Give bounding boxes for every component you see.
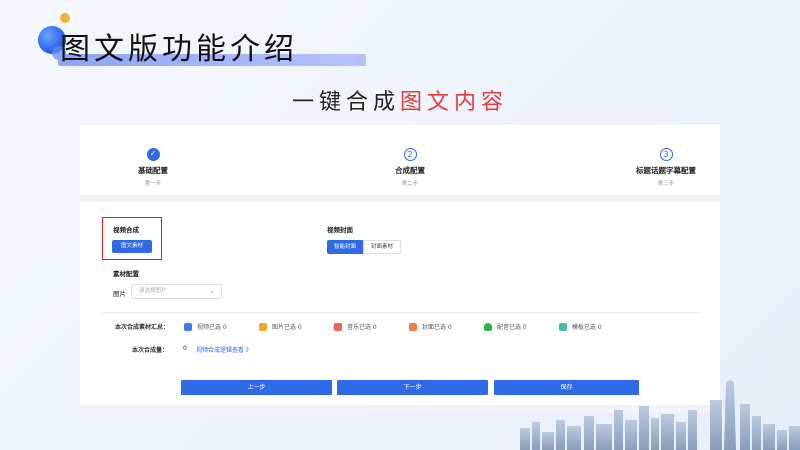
step-compose-config[interactable]: 2 合成配置 第二步 — [350, 148, 470, 187]
decor-dot-yellow — [60, 13, 70, 23]
image-select[interactable]: 请选择图片 ⌄ — [131, 284, 222, 299]
summary-video: 视频已选 0 — [184, 322, 227, 331]
cover-icon — [409, 322, 417, 331]
video-icon — [184, 322, 192, 331]
summary-video-text: 视频已选 0 — [197, 324, 227, 331]
slide-subtitle: 一键合成图文内容 — [0, 84, 800, 116]
microphone-icon — [484, 322, 492, 331]
chevron-down-icon: ⌄ — [209, 287, 215, 295]
subtitle-part-black: 一键合成 — [291, 90, 400, 115]
material-config-label: 素材配置 — [113, 270, 139, 278]
summary-cover-text: 封面已选 0 — [422, 324, 452, 331]
music-icon — [334, 322, 342, 331]
subtitle-part-red: 图文内容 — [400, 90, 509, 115]
step-number-icon: 2 — [403, 148, 417, 161]
summary-template: 模板已选 0 — [559, 322, 602, 331]
image-text-material-button[interactable]: 图文素材 — [112, 240, 152, 253]
summary-image: 图片已选 0 — [259, 322, 302, 331]
summary-music: 音乐已选 0 — [334, 322, 377, 331]
image-icon — [259, 322, 267, 331]
compose-logic-link[interactable]: 视频合成逻辑查看 》 — [196, 345, 252, 354]
amount-label: 本次合成量： — [132, 347, 169, 354]
step-title-config[interactable]: 3 标题话题字幕配置 第三步 — [606, 148, 726, 187]
step-number-icon: 3 — [659, 148, 673, 161]
prev-step-button[interactable]: 上一步 — [181, 380, 332, 395]
summary-label: 本次合成素材汇总： — [115, 324, 170, 331]
video-cover-label: 视频封面 — [327, 226, 353, 234]
summary-voice: 配音已选 0 — [484, 322, 527, 331]
step-label: 标题话题字幕配置 — [636, 166, 696, 175]
video-compose-label: 视频合成 — [113, 226, 139, 234]
summary-music-text: 音乐已选 0 — [347, 324, 377, 331]
step-label: 合成配置 — [395, 166, 425, 175]
image-field-label: 图片 — [113, 290, 126, 298]
step-label: 基础配置 — [138, 166, 168, 175]
form-content: 视频合成 图文素材 视频封面 智能封面 封面素材 素材配置 图片 请选择图片 ⌄… — [80, 202, 720, 405]
tab-cover-material[interactable]: 封面素材 — [363, 240, 401, 254]
step-basic-config[interactable]: ✓ 基础配置 第一步 — [93, 148, 213, 187]
image-select-placeholder: 请选择图片 — [139, 288, 167, 294]
summary-cover: 封面已选 0 — [409, 322, 452, 331]
template-icon — [559, 322, 567, 331]
slide-title: 图文版功能介绍 — [60, 32, 298, 67]
divider — [102, 312, 702, 313]
step-desc: 第二步 — [401, 181, 419, 187]
city-skyline-decoration — [520, 380, 800, 450]
summary-voice-text: 配音已选 0 — [497, 324, 527, 331]
summary-image-text: 图片已选 0 — [272, 324, 302, 331]
check-icon: ✓ — [146, 148, 160, 161]
steps-bar: ✓ 基础配置 第一步 2 合成配置 第二步 3 标题话题字幕配置 第三步 — [80, 125, 720, 195]
step-desc: 第一步 — [144, 181, 162, 187]
app-panel: ✓ 基础配置 第一步 2 合成配置 第二步 3 标题话题字幕配置 第三步 视频合… — [80, 125, 720, 413]
next-step-button[interactable]: 下一步 — [337, 380, 488, 395]
tab-smart-cover[interactable]: 智能封面 — [327, 240, 363, 254]
step-desc: 第三步 — [657, 181, 675, 187]
summary-template-text: 模板已选 0 — [572, 324, 602, 331]
amount-value: 0 — [183, 345, 187, 352]
